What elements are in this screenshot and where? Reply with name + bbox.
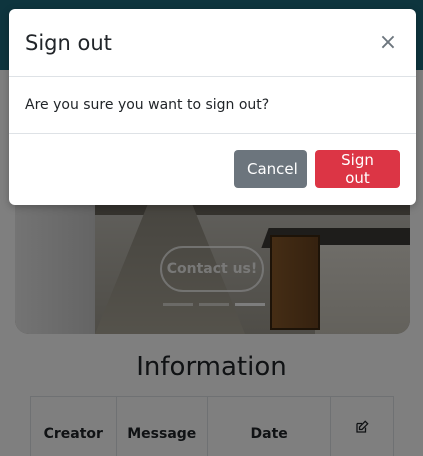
modal-body: Are you sure you want to sign out?: [9, 77, 416, 134]
close-icon[interactable]: ×: [376, 31, 400, 55]
modal-title: Sign out: [25, 30, 112, 55]
confirm-message: Are you sure you want to sign out?: [25, 97, 270, 113]
sign-out-modal: Sign out × Are you sure you want to sign…: [9, 9, 416, 205]
modal-footer: Cancel Sign out: [9, 134, 416, 204]
sign-out-button[interactable]: Sign out: [315, 150, 400, 188]
modal-header: Sign out ×: [9, 9, 416, 77]
cancel-button[interactable]: Cancel: [234, 150, 307, 188]
